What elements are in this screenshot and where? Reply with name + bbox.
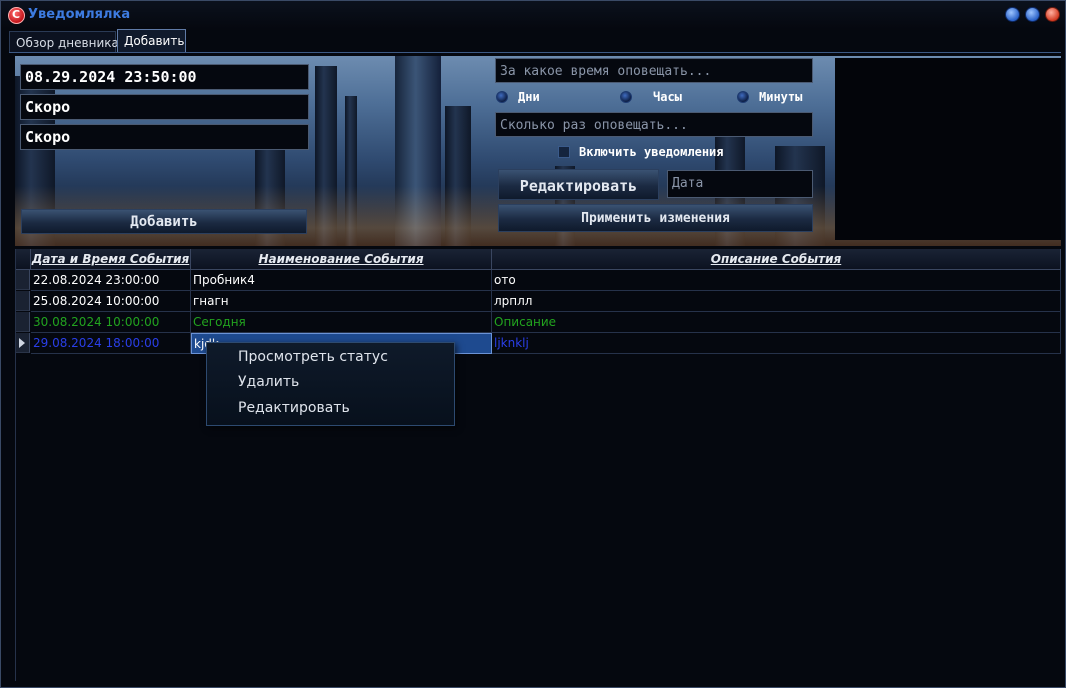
maximize-button[interactable] <box>1025 7 1040 22</box>
column-header-date[interactable]: Дата и Время События <box>31 249 191 270</box>
table-row-name[interactable]: гнагн <box>191 291 492 312</box>
radio-days[interactable] <box>496 91 508 103</box>
tab-overview[interactable]: Обзор дневника <box>9 31 119 53</box>
table-row-description[interactable]: Описание <box>492 312 1061 333</box>
table-row-date[interactable]: 30.08.2024 10:00:00 <box>31 312 191 333</box>
enable-notifications-checkbox[interactable] <box>558 146 570 158</box>
app-logo-icon <box>8 7 25 24</box>
preview-panel <box>835 58 1061 240</box>
table-row-description[interactable]: ото <box>492 270 1061 291</box>
table-row-date[interactable]: 22.08.2024 23:00:00 <box>31 270 191 291</box>
event-name-input[interactable]: Скоро <box>20 94 309 120</box>
menu-item-view-status[interactable]: Просмотреть статус <box>238 349 388 365</box>
date-input[interactable]: Дата <box>667 170 813 198</box>
context-menu: Просмотреть статус Удалить Редактировать <box>206 342 455 426</box>
row-selector[interactable] <box>16 270 30 290</box>
apply-changes-button[interactable]: Применить изменения <box>498 204 813 232</box>
repeat-count-input[interactable]: Сколько раз оповещать... <box>495 112 813 137</box>
add-button[interactable]: Добавить <box>21 209 307 234</box>
window-title: Уведомлялка <box>28 7 131 22</box>
table-row-description[interactable]: лрплл <box>492 291 1061 312</box>
column-header-name[interactable]: Наименование События <box>191 249 492 270</box>
radio-hours-label: Часы <box>653 90 682 104</box>
menu-item-edit[interactable]: Редактировать <box>238 400 350 416</box>
tab-divider <box>9 52 1061 53</box>
radio-minutes-label: Минуты <box>759 90 803 104</box>
radio-minutes[interactable] <box>737 91 749 103</box>
minimize-button[interactable] <box>1005 7 1020 22</box>
radio-hours[interactable] <box>620 91 632 103</box>
events-table: Дата и Время События Наименование Событи… <box>15 249 1061 681</box>
current-row-arrow-icon <box>19 338 25 348</box>
table-row-name[interactable]: Пробник4 <box>191 270 492 291</box>
menu-item-delete[interactable]: Удалить <box>238 374 299 390</box>
row-selector-current[interactable] <box>16 333 30 353</box>
enable-notifications-label: Включить уведомления <box>579 145 724 159</box>
table-row-date[interactable]: 29.08.2024 18:00:00 <box>31 333 191 354</box>
column-header-description[interactable]: Описание События <box>492 249 1061 270</box>
event-description-input[interactable]: Скоро <box>20 124 309 150</box>
close-button[interactable] <box>1045 7 1060 22</box>
table-row-date[interactable]: 25.08.2024 10:00:00 <box>31 291 191 312</box>
notify-time-input[interactable]: За какое время оповещать... <box>495 58 813 83</box>
title-bar: Уведомлялка <box>1 1 1065 29</box>
row-header-corner <box>16 249 31 270</box>
row-selector[interactable] <box>16 291 30 311</box>
app-window: Уведомлялка Обзор дневника Добавить 08.2… <box>0 0 1066 688</box>
row-selector[interactable] <box>16 312 30 332</box>
radio-days-label: Дни <box>518 90 540 104</box>
edit-button[interactable]: Редактировать <box>498 169 659 200</box>
tab-add[interactable]: Добавить <box>117 29 186 53</box>
datetime-input[interactable]: 08.29.2024 23:50:00 <box>20 64 309 90</box>
table-row-description[interactable]: ljknklj <box>492 333 1061 354</box>
table-row-name[interactable]: Сегодня <box>191 312 492 333</box>
